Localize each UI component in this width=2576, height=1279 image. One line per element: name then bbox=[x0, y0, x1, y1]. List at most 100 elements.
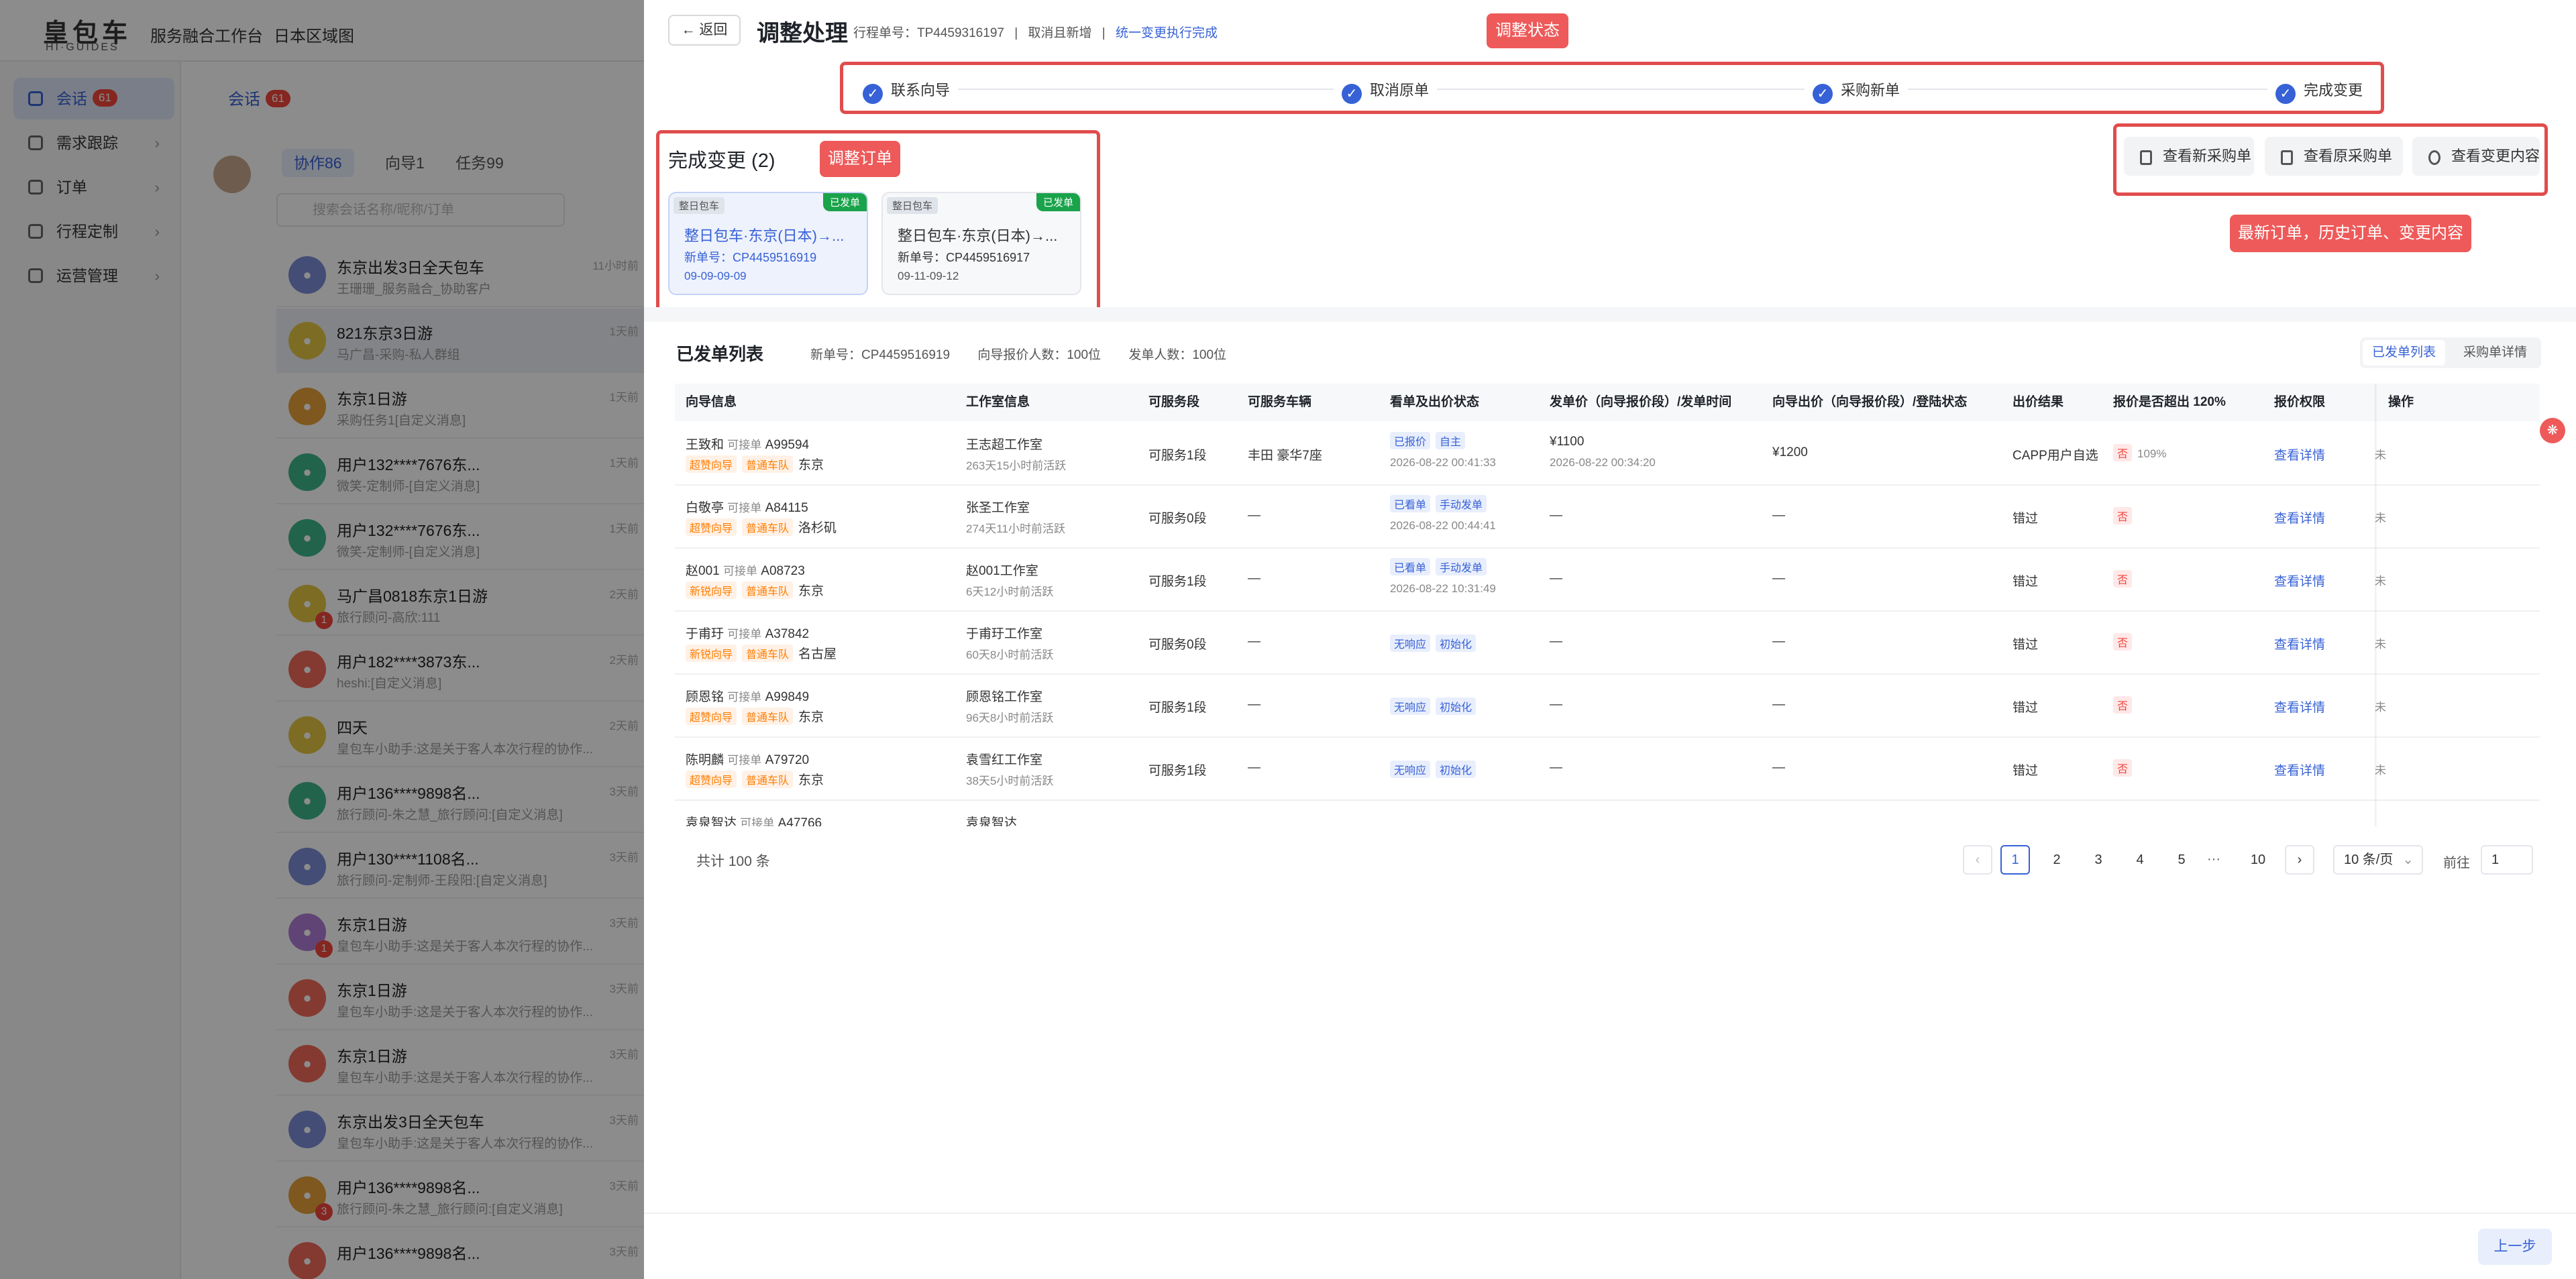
guide-tag: 普通车队 bbox=[742, 645, 794, 662]
view-detail-link[interactable]: 查看详情 bbox=[2274, 445, 2325, 463]
studio-name: 于甫玗工作室 bbox=[966, 627, 1043, 641]
guide-city: 东京 bbox=[798, 584, 824, 598]
page-5[interactable]: 5 bbox=[2167, 845, 2196, 875]
guide-bid: — bbox=[1772, 698, 1785, 712]
studio-active: 38天5小时前活跃 bbox=[966, 775, 1054, 787]
guide-take: 可接单 bbox=[727, 439, 762, 451]
guide-city: 洛杉矶 bbox=[798, 521, 837, 535]
send-price: — bbox=[1550, 571, 1562, 586]
guide-bid: — bbox=[1772, 508, 1785, 522]
guide-tag: 普通车队 bbox=[742, 455, 794, 473]
table-body: 王致和 可接单 A99594 超赞向导 普通车队 东京 王志超工作室 263天15小… bbox=[0, 0, 2576, 826]
status-tag: 手动发单 bbox=[1436, 558, 1487, 575]
guide-tags: 新锐向导 普通车队 名古屋 bbox=[686, 644, 837, 662]
send-price: — bbox=[1550, 698, 1562, 712]
service-segment: 可服务0段 bbox=[1148, 638, 1207, 652]
over-badge: 否 bbox=[2113, 759, 2133, 777]
status-tag: 已看单 bbox=[1390, 495, 1431, 512]
service-segment: 可服务1段 bbox=[1148, 701, 1207, 715]
over-badge: 否 bbox=[2113, 570, 2133, 588]
bid-result: CAPP用户自选 bbox=[2012, 449, 2098, 463]
guide-id: A99849 bbox=[765, 690, 810, 704]
guide-tag: 普通车队 bbox=[742, 771, 794, 788]
guide-info: 袁泉智达 可接单 A47766 bbox=[686, 813, 822, 826]
page-ellipsis: ··· bbox=[2207, 852, 2220, 867]
guide-tag: 普通车队 bbox=[742, 518, 794, 536]
view-detail-link[interactable]: 查看详情 bbox=[2274, 571, 2325, 590]
guide-name: 赵001 bbox=[686, 564, 720, 578]
goto-page-input[interactable]: 1 bbox=[2481, 845, 2533, 875]
guide-info: 陈明麟 可接单 A79720 bbox=[686, 750, 809, 768]
guide-name: 陈明麟 bbox=[686, 753, 724, 767]
next-page-button[interactable]: › bbox=[2285, 845, 2314, 875]
studio-active: 274天11小时前活跃 bbox=[966, 522, 1066, 535]
status-tag: 初始化 bbox=[1436, 634, 1477, 652]
status-tag: 已报价 bbox=[1390, 432, 1431, 449]
table-row: 赵001 可接单 A08723 新锐向导 普通车队 东京 赵001工作室 6天12小… bbox=[675, 549, 2540, 612]
guide-take: 可接单 bbox=[727, 628, 762, 641]
service-vehicle: — bbox=[1248, 634, 1260, 649]
prev-page-button[interactable]: ‹ bbox=[1963, 845, 1992, 875]
guide-name: 于甫玗 bbox=[686, 627, 724, 641]
view-detail-link[interactable]: 查看详情 bbox=[2274, 698, 2325, 716]
bid-result: 错过 bbox=[2012, 512, 2039, 526]
total-count: 共计 100 条 bbox=[696, 854, 770, 869]
float-helper-icon[interactable]: ❋ bbox=[2540, 418, 2565, 443]
send-price: — bbox=[1550, 634, 1562, 649]
over-badge: 否 bbox=[2113, 444, 2133, 461]
studio-name: 赵001工作室 bbox=[966, 564, 1038, 578]
guide-city: 东京 bbox=[798, 458, 824, 472]
page-size-select[interactable]: 10 条/页 ⌄ bbox=[2333, 845, 2423, 875]
chevron-down-icon: ⌄ bbox=[2402, 852, 2414, 867]
guide-city: 名古屋 bbox=[798, 647, 837, 661]
guide-city: 东京 bbox=[798, 710, 824, 724]
guide-id: A79720 bbox=[765, 753, 810, 767]
guide-tag: 普通车队 bbox=[742, 581, 794, 599]
view-detail-link[interactable]: 查看详情 bbox=[2274, 761, 2325, 779]
page-3[interactable]: 3 bbox=[2084, 845, 2113, 875]
guide-name: 白敬亭 bbox=[686, 501, 724, 515]
status-tag: 自主 bbox=[1436, 432, 1466, 449]
send-price: ¥1100 bbox=[1550, 435, 1585, 449]
view-status-time: 2026-08-22 00:41:33 bbox=[1390, 456, 1496, 469]
status-tag: 无响应 bbox=[1390, 761, 1431, 778]
studio-name: 袁泉智达 bbox=[966, 816, 1018, 826]
guide-id: A84115 bbox=[765, 501, 808, 515]
status-tag: 初始化 bbox=[1436, 761, 1477, 778]
bid-result: 错过 bbox=[2012, 701, 2039, 715]
service-vehicle: — bbox=[1248, 761, 1260, 775]
guide-tag: 超赞向导 bbox=[686, 708, 737, 725]
view-status-time: 2026-08-22 00:44:41 bbox=[1390, 519, 1496, 532]
studio-active: 96天8小时前活跃 bbox=[966, 712, 1054, 724]
studio-name: 王志超工作室 bbox=[966, 438, 1043, 452]
guide-tag: 新锐向导 bbox=[686, 581, 737, 599]
send-price: — bbox=[1550, 761, 1562, 775]
page-4[interactable]: 4 bbox=[2125, 845, 2155, 875]
service-segment: 可服务1段 bbox=[1148, 449, 1207, 463]
guide-bid: — bbox=[1772, 571, 1785, 586]
view-detail-link[interactable]: 查看详情 bbox=[2274, 508, 2325, 526]
guide-info: 王致和 可接单 A99594 bbox=[686, 435, 809, 453]
send-time: 2026-08-22 00:34:20 bbox=[1550, 456, 1656, 469]
view-status-tags: 无响应 初始化 bbox=[1390, 634, 1481, 652]
view-status-tags: 已报价 自主 bbox=[1390, 432, 1470, 449]
prev-step-button[interactable]: 上一步 bbox=[2478, 1229, 2552, 1265]
guide-info: 于甫玗 可接单 A37842 bbox=[686, 624, 809, 642]
guide-info: 顾恩铭 可接单 A99849 bbox=[686, 687, 809, 705]
over-badge: 否 bbox=[2113, 696, 2133, 714]
guide-info: 赵001 可接单 A08723 bbox=[686, 561, 805, 579]
view-detail-link[interactable]: 查看详情 bbox=[2274, 634, 2325, 653]
guide-take: 可接单 bbox=[727, 502, 762, 514]
guide-name: 袁泉智达 bbox=[686, 816, 737, 826]
guide-tag: 新锐向导 bbox=[686, 645, 737, 662]
over-120: 否 bbox=[2113, 633, 2137, 651]
guide-name: 王致和 bbox=[686, 438, 724, 452]
page-2[interactable]: 2 bbox=[2042, 845, 2072, 875]
page-1[interactable]: 1 bbox=[2000, 845, 2030, 875]
guide-bid: — bbox=[1772, 761, 1785, 775]
goto-label: 前往 bbox=[2443, 856, 2470, 871]
studio-name: 顾恩铭工作室 bbox=[966, 690, 1043, 704]
page-10[interactable]: 10 bbox=[2243, 845, 2273, 875]
service-segment: 可服务0段 bbox=[1148, 512, 1207, 526]
over-120: 否 bbox=[2113, 507, 2137, 524]
